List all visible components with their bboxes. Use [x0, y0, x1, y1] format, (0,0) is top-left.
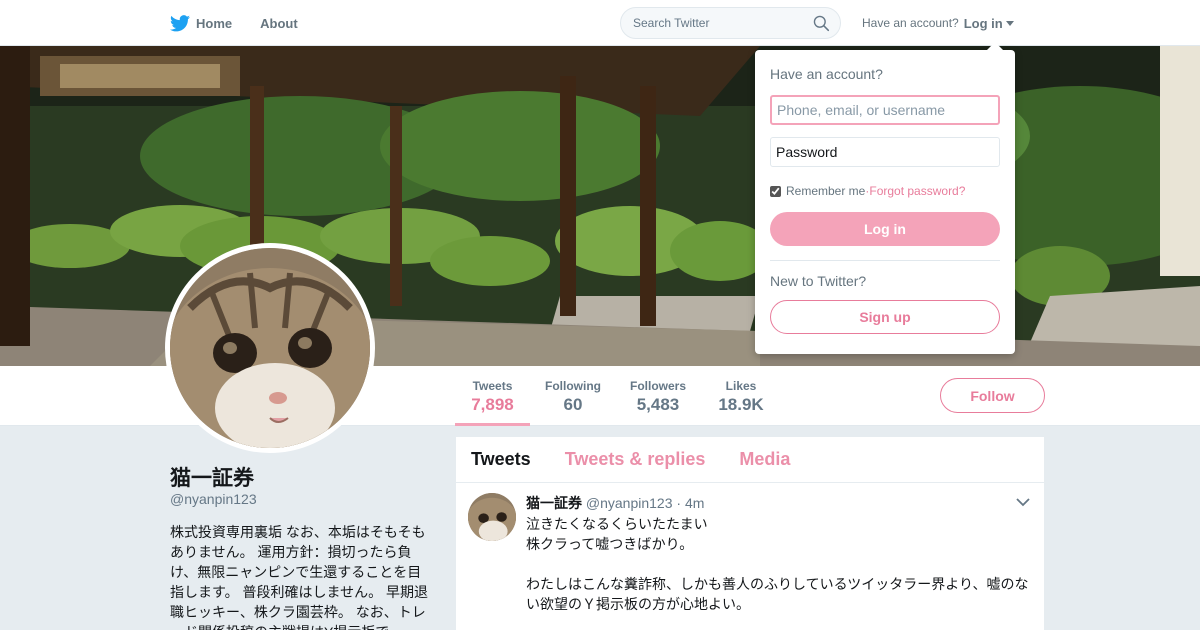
remember-me[interactable]: Remember me · Forgot password?	[770, 184, 965, 198]
profile-avatar[interactable]	[165, 243, 375, 453]
stat-followers-value: 5,483	[636, 395, 680, 414]
tweet-item[interactable]: 猫一証券 @nyanpin123 · 4m 泣きたくなるくらいたたまい 株クラっ…	[456, 483, 1044, 614]
login-menu-toggle[interactable]: Log in	[964, 16, 1014, 31]
remember-me-checkbox[interactable]	[770, 185, 781, 197]
chevron-down-icon[interactable]	[1016, 497, 1030, 507]
profile-handle: @nyanpin123	[170, 491, 257, 507]
tweet-line: わたしはこんな糞詐称、しかも善人のふりしているツイッタラー界より、嘘のない欲望の…	[526, 576, 1029, 612]
tweet-header: 猫一証券 @nyanpin123 · 4m	[526, 493, 1032, 513]
tweet-time[interactable]: 4m	[685, 495, 704, 511]
stat-tweets[interactable]: Tweets 7,898	[455, 366, 530, 426]
nav-about[interactable]: About	[260, 0, 298, 46]
stat-followers[interactable]: Followers 5,483	[624, 366, 692, 426]
tab-tweets-replies[interactable]: Tweets & replies	[565, 449, 706, 470]
stat-following-value: 60	[563, 395, 583, 414]
new-to-twitter-text: New to Twitter?	[770, 273, 867, 289]
forgot-password-link[interactable]: Forgot password?	[869, 184, 965, 198]
profile-name: 猫一証券	[170, 467, 254, 490]
stat-following[interactable]: Following 60	[540, 366, 606, 426]
stat-likes[interactable]: Likes 18.9K	[710, 366, 772, 426]
search-box	[620, 7, 841, 39]
account-area: Have an account? Log in	[862, 0, 1014, 46]
login-dropdown-title: Have an account?	[770, 66, 883, 82]
tweet-avatar[interactable]	[468, 493, 516, 541]
caret-down-icon	[1005, 20, 1014, 26]
search-icon[interactable]	[813, 15, 830, 32]
twitter-bird-icon	[170, 14, 190, 31]
stat-tweets-label: Tweets	[472, 379, 513, 393]
username-field[interactable]	[770, 95, 1000, 125]
stat-likes-value: 18.9K	[718, 395, 764, 414]
tweet-text: 泣きたくなるくらいたたまい 株クラって嘘つきばかり。 わたしはこんな糞詐称、しか…	[526, 514, 1036, 614]
tweet-line	[526, 554, 1036, 574]
have-account-text: Have an account?	[862, 16, 959, 30]
nav-home[interactable]: Home	[170, 0, 232, 46]
stat-followers-label: Followers	[629, 379, 686, 393]
timeline: Tweets Tweets & replies Media 猫一証券 @nyan…	[456, 437, 1044, 630]
tweet-author-handle[interactable]: @nyanpin123	[586, 495, 673, 511]
signup-button[interactable]: Sign up	[770, 300, 1000, 334]
stat-tweets-value: 7,898	[471, 395, 514, 414]
password-field[interactable]	[770, 137, 1000, 167]
remember-me-label: Remember me	[786, 184, 866, 198]
tab-tweets[interactable]: Tweets	[471, 449, 531, 470]
nav-left: Home About	[170, 0, 326, 46]
top-navigation-bar: Home About Have an account? Log in	[0, 0, 1200, 46]
cat-avatar-image	[170, 248, 370, 448]
profile-bio: 株式投資専用裏垢 なお、本垢はそもそもありません。 運用方針：損切ったら負け、無…	[170, 524, 428, 630]
login-button[interactable]: Log in	[770, 212, 1000, 246]
tab-media[interactable]: Media	[739, 449, 790, 470]
login-dropdown: Have an account? Remember me · Forgot pa…	[755, 42, 1015, 354]
tweet-author-name[interactable]: 猫一証券	[526, 495, 582, 511]
dropdown-divider	[770, 260, 1000, 261]
tweet-line: 株クラって嘘つきばかり。	[526, 536, 694, 552]
tweet-dot: ·	[676, 495, 682, 511]
login-menu-label: Log in	[963, 15, 1003, 31]
follow-button[interactable]: Follow	[940, 378, 1045, 413]
timeline-tabs: Tweets Tweets & replies Media	[456, 437, 1044, 483]
tweet-line: 泣きたくなるくらいたたまい	[526, 516, 708, 532]
nav-home-label: Home	[196, 15, 233, 31]
stat-likes-label: Likes	[725, 379, 757, 393]
search-input[interactable]	[621, 8, 801, 38]
cat-avatar-image	[468, 493, 516, 541]
stat-following-label: Following	[545, 379, 601, 393]
